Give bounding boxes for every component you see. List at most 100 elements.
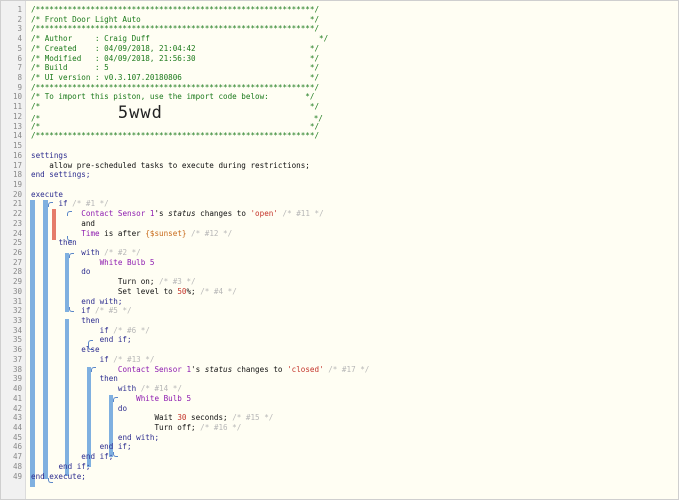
code-line: 36 else (1, 345, 678, 355)
code-text: end settings; (31, 170, 90, 180)
code-line: 12/* 5wwd */ (1, 104, 678, 123)
code-text: /* Created : 04/09/2018, 21:04:42 */ (31, 44, 319, 54)
line-number: 36 (12, 345, 22, 355)
code-token: 's (154, 209, 169, 219)
code-line: 1 /**************************************… (1, 5, 678, 15)
code-token: changes to (195, 209, 251, 219)
string-value: 'open' (250, 209, 278, 219)
code-line: 13 /* */ (1, 122, 678, 132)
code-line: 42 do (1, 404, 678, 414)
statement-id-comment: /* #4 */ (195, 286, 237, 296)
keyword: with (117, 384, 137, 394)
code-text: Contact Sensor 1's status changes to 'op… (31, 209, 323, 219)
line-number: 42 (12, 403, 22, 413)
code-text: Contact Sensor 1's status changes to 'cl… (31, 365, 369, 375)
line-number: 8 (17, 73, 22, 83)
code-text: if /* #6 */ (31, 326, 150, 336)
line-number: 1 (17, 5, 22, 14)
code-line: 32 if /* #5 */ (1, 306, 678, 316)
statement-id-comment: /* #3 */ (154, 277, 196, 287)
line-number: 46 (12, 442, 22, 452)
keyword: do (117, 403, 128, 413)
device-name[interactable]: White Bulb 5 (136, 394, 191, 403)
code-line: 49 end execute; (1, 472, 678, 482)
device-name[interactable]: White Bulb 5 (100, 258, 155, 267)
keyword: end if; (99, 442, 132, 452)
variable: {$sunset} (145, 228, 187, 238)
keyword: then (58, 238, 77, 248)
keyword: then (81, 316, 100, 326)
line-number: 41 (12, 393, 22, 403)
code-line: 37 if /* #13 */ (1, 355, 678, 365)
code-text: settings (31, 151, 68, 161)
code-text: execute (31, 190, 63, 200)
line-number: 6 (17, 53, 22, 63)
code-line: 20 execute (1, 190, 678, 200)
code-line: 5 /* Created : 04/09/2018, 21:04:42 */ (1, 44, 678, 54)
device-name[interactable]: Time (81, 229, 99, 238)
statement-id-comment: /* #12 */ (186, 228, 233, 238)
line-number: 16 (12, 150, 22, 160)
keyword: if (99, 325, 109, 335)
code-text: end execute; (31, 472, 86, 482)
keyword: end with; (117, 432, 160, 442)
attribute-name: status (204, 364, 233, 374)
statement-id-comment: /* #1 */ (67, 199, 109, 209)
code-line: 28 do (1, 267, 678, 277)
header-comment: /* Author : Craig Duff */ (31, 34, 329, 44)
keyword: end if; (81, 452, 114, 462)
code-token: Turn off; (31, 422, 196, 432)
code-text: Set level to 50%; /* #4 */ (31, 287, 237, 297)
line-number: 27 (12, 257, 22, 267)
keyword: settings (31, 150, 68, 160)
keyword: end if; (99, 335, 132, 345)
line-number: 35 (12, 335, 22, 345)
code-text: then (31, 374, 118, 384)
code-line: 2 /* Front Door Light Auto */ (1, 15, 678, 25)
code-line: 8 /* UI version : v0.3.107.20180806 */ (1, 73, 678, 83)
code-token: and (31, 218, 96, 228)
code-line: 45 end with; (1, 433, 678, 443)
line-number: 15 (12, 141, 22, 151)
line-number: 45 (12, 432, 22, 442)
header-comment: /* To import this piston, use the import… (31, 92, 315, 102)
device-name[interactable]: Contact Sensor 1 (81, 209, 154, 218)
import-code[interactable]: 5wwd (118, 103, 163, 123)
keyword: then (99, 374, 118, 384)
code-token: %; (186, 286, 196, 296)
line-number: 20 (12, 189, 22, 199)
line-number: 3 (17, 24, 22, 34)
code-line: 35 end if; (1, 335, 678, 345)
code-text: /* UI version : v0.3.107.20180806 */ (31, 73, 319, 83)
code-line: 39 then (1, 374, 678, 384)
code-line: 9 /**************************************… (1, 83, 678, 93)
header-comment: /***************************************… (31, 24, 320, 34)
code-line: 44 Turn off; /* #16 */ (1, 423, 678, 433)
keyword: else (81, 345, 100, 355)
line-number: 9 (17, 82, 22, 92)
code-line: 16 settings (1, 151, 678, 161)
keyword: end execute; (31, 471, 86, 481)
line-number: 23 (12, 218, 22, 228)
code-line: 29 Turn on; /* #3 */ (1, 277, 678, 287)
line-number: 47 (12, 452, 22, 462)
code-line: 7 /* Build : 5 */ (1, 63, 678, 73)
code-text: end with; (31, 433, 159, 443)
code-line: 3 /**************************************… (1, 24, 678, 34)
line-number: 4 (17, 34, 22, 44)
code-text: /* Modified : 04/09/2018, 21:56:30 */ (31, 54, 319, 64)
statement-id-comment: /* #17 */ (323, 364, 370, 374)
attribute-name: status (168, 209, 196, 219)
device-name[interactable]: Contact Sensor 1 (118, 365, 191, 374)
code-text: do (31, 404, 127, 414)
